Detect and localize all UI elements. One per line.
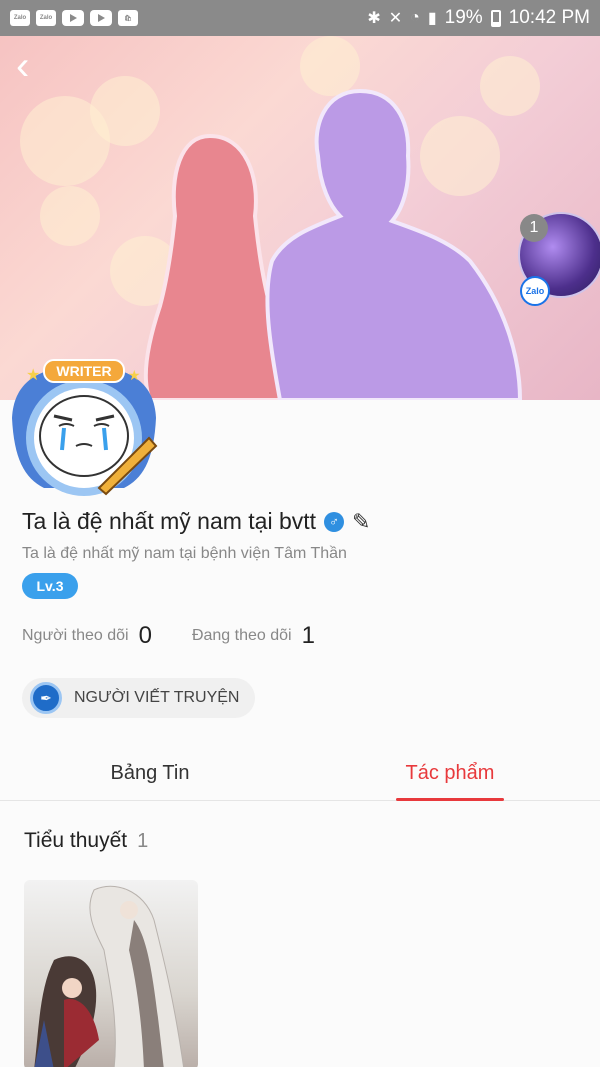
followers-count[interactable]: 0 bbox=[139, 622, 152, 650]
svg-text:★: ★ bbox=[26, 367, 40, 384]
edit-icon[interactable]: ✎ bbox=[352, 509, 370, 535]
youtube-icon bbox=[62, 10, 84, 26]
youtube-icon bbox=[90, 10, 112, 26]
novels-section-title: Tiểu thuyết 1 bbox=[24, 829, 148, 853]
status-bar: Zalo Zalo 🛍 ✱ ✕ ◔ ▮ 19% 10:42 PM bbox=[0, 0, 600, 36]
tab-label: Bảng Tin bbox=[110, 761, 190, 784]
notification-icons: Zalo Zalo 🛍 bbox=[10, 10, 138, 26]
book-count-badge: 1 bbox=[520, 214, 548, 242]
tab-label: Tác phẩm bbox=[405, 761, 495, 784]
cover-image: ‹ bbox=[0, 36, 600, 400]
profile-name: Ta là đệ nhất mỹ nam tại bvtt bbox=[22, 508, 317, 534]
profile-name-row: Ta là đệ nhất mỹ nam tại bvtt ♂ ✎ bbox=[22, 508, 370, 535]
couple-silhouette bbox=[143, 88, 523, 400]
follow-stats: Người theo dõi 0 Đang theo dõi 1 bbox=[22, 622, 355, 650]
writer-badge-label: WRITER bbox=[56, 363, 111, 379]
tab-feed[interactable]: Bảng Tin bbox=[0, 745, 300, 801]
following-count[interactable]: 1 bbox=[302, 622, 315, 650]
zalo-app-icon: Zalo bbox=[36, 10, 56, 26]
writer-role-badge[interactable]: ✒ NGƯỜI VIẾT TRUYỆN bbox=[22, 678, 256, 718]
avatar-frame: WRITER ★ ★ bbox=[12, 359, 158, 496]
zalo-badge: Zalo bbox=[520, 276, 550, 306]
male-gender-icon: ♂ bbox=[324, 511, 345, 532]
profile-tabs: Bảng Tin Tác phẩm bbox=[0, 745, 600, 801]
section-title-label: Tiểu thuyết bbox=[24, 829, 128, 852]
novel-cover-card[interactable] bbox=[24, 880, 198, 1067]
avatar[interactable]: WRITER ★ ★ bbox=[4, 358, 164, 502]
active-tab-indicator bbox=[396, 798, 504, 801]
level-badge[interactable]: Lv.3 bbox=[22, 573, 78, 599]
signal-icon: ▮ bbox=[427, 10, 437, 27]
battery-percent: 19% bbox=[444, 7, 483, 28]
svg-text:★: ★ bbox=[128, 367, 141, 383]
bluetooth-icon: ✱ bbox=[367, 10, 381, 27]
following-label[interactable]: Đang theo dõi bbox=[192, 627, 292, 645]
followers-label[interactable]: Người theo dõi bbox=[22, 627, 129, 645]
novel-cover-art bbox=[34, 885, 185, 1067]
writer-role-label: NGƯỜI VIẾT TRUYỆN bbox=[74, 689, 240, 706]
system-icons: ✱ ✕ ◔ ▮ 19% 10:42 PM bbox=[367, 7, 590, 29]
shopping-bag-icon: 🛍 bbox=[118, 10, 138, 26]
wifi-icon: ◔ bbox=[410, 9, 420, 26]
mute-icon: ✕ bbox=[388, 10, 403, 27]
zalo-app-icon: Zalo bbox=[10, 10, 30, 26]
tab-works[interactable]: Tác phẩm bbox=[300, 745, 600, 801]
section-count: 1 bbox=[137, 830, 149, 852]
pen-nib-icon: ✒ bbox=[30, 682, 62, 714]
back-button[interactable]: ‹ bbox=[16, 46, 52, 86]
battery-icon bbox=[490, 9, 501, 27]
clock: 10:42 PM bbox=[508, 7, 590, 28]
profile-bio: Ta là đệ nhất mỹ nam tại bệnh viện Tâm T… bbox=[22, 545, 347, 562]
